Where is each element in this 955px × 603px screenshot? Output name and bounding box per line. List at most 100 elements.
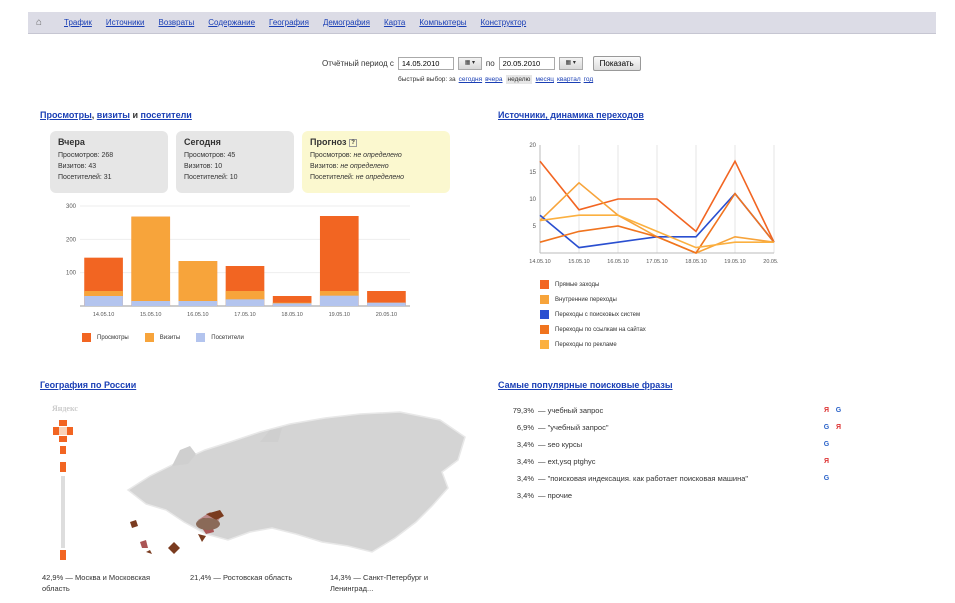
nav-item-traffic[interactable]: Трафик xyxy=(64,18,92,27)
date-to-input[interactable] xyxy=(498,57,555,70)
x-tick-label: 15.05.10 xyxy=(568,259,589,265)
y-tick-label: 15 xyxy=(529,170,536,176)
yesterday-title: Вчера xyxy=(58,137,85,147)
legend-label: Переходы с поисковых систем xyxy=(555,311,641,318)
phrase-row: 3,4% — прочие xyxy=(498,487,858,504)
russia-map[interactable] xyxy=(110,402,480,572)
x-tick-label: 15.05.10 xyxy=(140,312,161,318)
google-icon[interactable]: G xyxy=(822,474,831,483)
google-icon[interactable]: G xyxy=(822,423,831,432)
quick-option-today[interactable]: сегодня xyxy=(459,76,482,83)
map-zoom-control[interactable] xyxy=(52,418,74,568)
visits-link[interactable]: визиты xyxy=(97,110,130,120)
legend-swatch xyxy=(540,340,549,349)
sources-link[interactable]: Источники, динамика переходов xyxy=(498,110,644,120)
views-link[interactable]: Просмотры xyxy=(40,110,92,120)
calendar-from-button[interactable]: ▦ ▾ xyxy=(457,57,482,70)
legend-label: Переходы по ссылкам на сайтах xyxy=(555,326,646,333)
legend-label: Переходы по рекламе xyxy=(555,341,617,348)
bar-19.05.10 xyxy=(319,295,359,306)
legend-swatch-views xyxy=(82,333,91,342)
visitors-link[interactable]: посетители xyxy=(141,110,192,120)
bar-18.05.10 xyxy=(272,303,312,306)
nav-item-content[interactable]: Содержание xyxy=(208,18,255,27)
x-tick-label: 20.05.10 xyxy=(376,312,397,318)
nav-item-sources[interactable]: Источники xyxy=(106,18,145,27)
quick-option-week[interactable]: неделю xyxy=(505,75,533,84)
nav-item-map[interactable]: Карта xyxy=(384,18,405,27)
phrase-text: — прочие xyxy=(538,491,573,500)
nav-item-computers[interactable]: Компьютеры xyxy=(419,18,466,27)
phrase-engines: GЯ xyxy=(822,423,858,432)
quick-option-year[interactable]: год xyxy=(584,76,594,83)
phrase-row: 6,9% — "учебный запрос" G Я xyxy=(498,419,858,436)
legend-label: Прямые заходы xyxy=(555,281,600,288)
phrase-row: 3,4% — seo курсы G xyxy=(498,436,858,453)
x-tick-label: 14.05.10 xyxy=(529,259,550,265)
quick-option-month[interactable]: месяц xyxy=(535,76,554,83)
geo-legend-item: 21,4% — Ростовская область xyxy=(190,573,293,582)
yesterday-stats: Вчера Просмотров: 268 Визитов: 43 Посети… xyxy=(50,131,168,193)
yandex-icon[interactable]: Я xyxy=(822,406,831,415)
x-tick-label: 17.05.10 xyxy=(234,312,255,318)
legend-label-views: Просмотры xyxy=(97,334,129,341)
legend-item: Переходы по ссылкам на сайтах xyxy=(540,325,646,334)
bar-chart-legend: Просмотры Визиты Посетители xyxy=(82,333,244,342)
yesterday-visitors: Посетителей: 31 xyxy=(58,174,112,181)
x-tick-label: 19.05.10 xyxy=(329,312,350,318)
x-tick-label: 20.05.10 xyxy=(763,259,778,265)
nav-item-geography[interactable]: География xyxy=(269,18,309,27)
legend-item: Прямые заходы xyxy=(540,280,646,289)
yesterday-visits: Визитов: 43 xyxy=(58,163,97,170)
phrase-text: — seo курсы xyxy=(538,440,583,449)
sources-line-chart: 5 10 15 20 14.05.10 15.05.10 16.05.10 17.05.10 1… xyxy=(529,143,778,265)
sources-legend: Прямые заходы Внутренние переходы Переходы… xyxy=(540,280,646,355)
forecast-visits: Визитов: не определено xyxy=(310,163,389,170)
bar-16.05.10 xyxy=(178,301,218,306)
legend-item: Переходы по рекламе xyxy=(540,340,646,349)
phrase-engines: Я xyxy=(822,457,858,466)
visits-bar-chart: 100 200 300 14.05.10 15.05.10 16.05.10 17.05.1… xyxy=(66,204,410,318)
date-from-input[interactable] xyxy=(397,57,454,70)
google-icon[interactable]: G xyxy=(834,406,843,415)
phrase-engines: G xyxy=(822,474,858,483)
legend-swatch-visits xyxy=(144,333,154,342)
y-tick-label: 300 xyxy=(66,204,77,210)
show-button[interactable]: Показать xyxy=(592,56,641,71)
home-icon[interactable]: ⌂ xyxy=(28,17,50,28)
legend-swatch-visitors xyxy=(196,333,206,342)
calendar-to-button[interactable]: ▦ ▾ xyxy=(558,57,583,70)
forecast-title: Прогноз ? xyxy=(310,137,442,148)
google-icon[interactable]: G xyxy=(822,440,831,449)
legend-swatch xyxy=(540,310,549,319)
quick-option-quarter[interactable]: квартал xyxy=(557,76,581,83)
bar-16.05.10 xyxy=(178,261,218,306)
today-title: Сегодня xyxy=(184,137,221,147)
nav-item-demography[interactable]: Демография xyxy=(323,18,370,27)
phrase-percent: 3,4% xyxy=(516,440,534,449)
geo-legend: 42,9% — Москва и Московская область 21,4… xyxy=(42,572,470,594)
yandex-icon[interactable]: Я xyxy=(834,423,843,432)
quick-option-yesterday[interactable]: вчера xyxy=(485,76,502,83)
nav-item-returns[interactable]: Возвраты xyxy=(159,18,195,27)
legend-item: Переходы с поисковых систем xyxy=(540,310,646,319)
yandex-icon[interactable]: Я xyxy=(822,457,831,466)
x-tick-label: 14.05.10 xyxy=(93,312,114,318)
quick-select-label: быстрый выбор: за xyxy=(398,76,456,83)
phrases-section-title: Самые популярные поисковые фразы xyxy=(498,380,673,390)
sources-section-title: Источники, динамика переходов xyxy=(498,110,644,120)
legend-swatch xyxy=(540,295,549,304)
phrase-percent: 3,4% xyxy=(516,457,534,466)
help-icon[interactable]: ? xyxy=(349,138,358,147)
phrase-percent: 3,4% xyxy=(516,491,534,500)
geo-legend-item: 14,3% — Санкт-Петербург и Ленинград... xyxy=(330,573,429,593)
today-visitors: Посетителей: 10 xyxy=(184,174,238,181)
phrases-link[interactable]: Самые популярные поисковые фразы xyxy=(498,380,673,390)
map-logo: Яндекс xyxy=(52,404,78,413)
geo-link[interactable]: География по России xyxy=(40,380,136,390)
today-stats: Сегодня Просмотров: 45 Визитов: 10 Посет… xyxy=(176,131,294,193)
y-tick-label: 100 xyxy=(66,271,77,277)
period-selector: Отчётный период с ▦ ▾ по ▦ ▾ Показать xyxy=(322,56,641,71)
phrase-text: — "поисковая индексация. как работает по… xyxy=(538,474,749,483)
nav-item-constructor[interactable]: Конструктор xyxy=(481,18,527,27)
